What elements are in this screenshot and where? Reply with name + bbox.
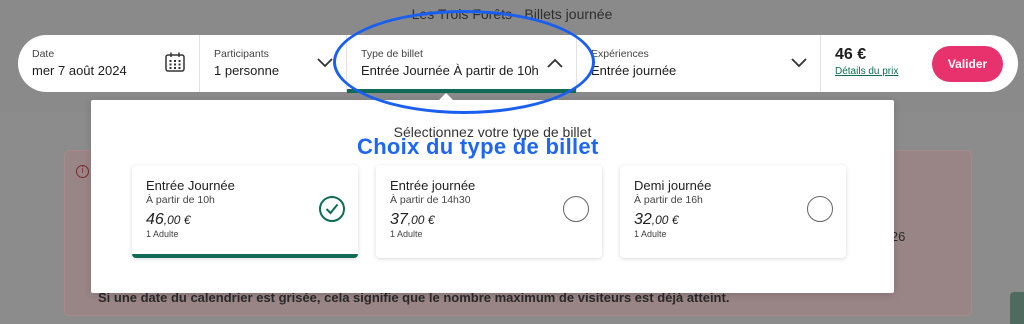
ticket-option-name: Entrée journée [390,178,476,193]
date-selector[interactable]: Date mer 7 août 2024 [18,35,200,92]
ticket-option-card[interactable]: Entrée Journée À partir de 10h 46,00 € 1… [132,165,358,258]
info-icon: i [76,165,89,178]
experiences-label: Expériences [591,48,649,60]
price-details-link[interactable]: Détails du prix [835,66,898,77]
chevron-down-icon [791,58,807,68]
page-title: Les Trois Forêts - Billets journée [411,6,613,22]
ticket-option-card[interactable]: Entrée journée À partir de 14h30 37,00 €… [376,165,602,258]
ticket-option-quantity: 1 Adulte [634,229,667,239]
participants-selector[interactable]: Participants 1 personne [200,35,347,92]
ticket-option-name: Demi journée [634,178,712,193]
validate-button[interactable]: Valider [932,46,1003,82]
experiences-value: Entrée journée [591,63,677,78]
ticket-type-value: Entrée Journée À partir de 10h [361,63,539,78]
chevron-up-icon [547,58,563,68]
ticket-type-selector[interactable]: Type de billet Entrée Journée À partir d… [347,35,577,93]
radio-button[interactable] [563,196,589,222]
side-widget[interactable] [1010,292,1024,324]
ticket-option-card[interactable]: Demi journée À partir de 16h 32,00 € 1 A… [620,165,846,258]
booking-bar: Date mer 7 août 2024 Participants 1 pers… [18,35,1018,93]
active-tab-indicator [347,89,576,93]
calendar-icon [165,52,185,72]
selected-check-icon[interactable] [319,196,345,222]
ticket-type-label: Type de billet [361,48,423,60]
experiences-selector[interactable]: Expériences Entrée journée [577,35,821,92]
ticket-option-quantity: 1 Adulte [146,229,179,239]
chevron-down-icon [317,58,333,68]
ticket-option-name: Entrée Journée [146,178,235,193]
ticket-type-dropdown: Sélectionnez votre type de billet Entrée… [91,100,894,293]
ticket-option-quantity: 1 Adulte [390,229,423,239]
price-summary: 46 € Détails du prix Valider [821,35,1018,92]
radio-button[interactable] [807,196,833,222]
total-price: 46 € [835,46,867,63]
annotation-caption: Choix du type de billet [357,134,599,159]
